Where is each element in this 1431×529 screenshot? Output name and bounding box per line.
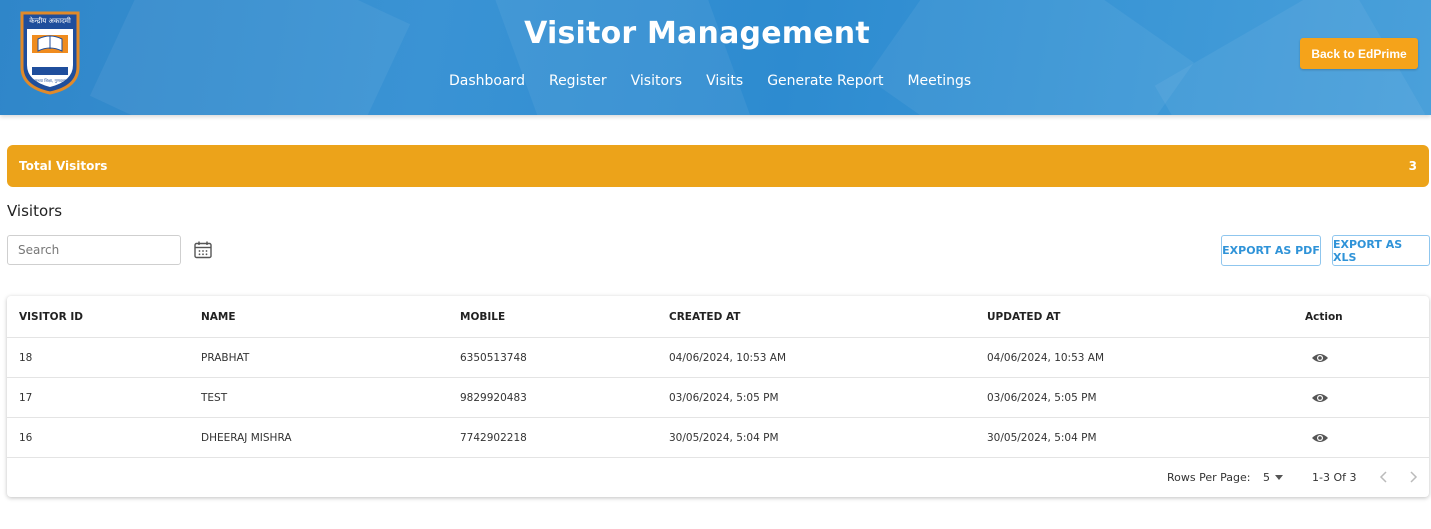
table-row: 17 TEST 9829920483 03/06/2024, 5:05 PM 0… — [7, 378, 1429, 418]
name-cell: PRABHAT — [201, 352, 250, 364]
column-header-action: Action — [1305, 311, 1343, 323]
name-cell: TEST — [201, 392, 228, 404]
column-header-visitor-id[interactable]: VISITOR ID — [19, 296, 83, 338]
visitor-id-cell: 16 — [19, 432, 33, 444]
updated-at-cell: 04/06/2024, 10:53 AM — [987, 352, 1105, 364]
back-to-edprime-button[interactable]: Back to EdPrime — [1300, 38, 1418, 69]
table-row: 18 PRABHAT 6350513748 04/06/2024, 10:53 … — [7, 338, 1429, 378]
updated-at-cell: 03/06/2024, 5:05 PM — [987, 392, 1097, 404]
nav-register[interactable]: Register — [549, 73, 607, 89]
created-at-cell: 03/06/2024, 5:05 PM — [669, 392, 779, 404]
nav-meetings[interactable]: Meetings — [907, 73, 971, 89]
mobile-cell: 6350513748 — [460, 352, 527, 364]
created-at-cell: 04/06/2024, 10:53 AM — [669, 352, 787, 364]
column-header-created-at[interactable]: CREATED AT — [669, 296, 740, 338]
export-xls-button[interactable]: EXPORT AS XLS — [1332, 235, 1430, 266]
eye-icon[interactable] — [1311, 391, 1329, 405]
rows-per-page-label: Rows Per Page: — [1167, 471, 1251, 484]
chevron-right-icon[interactable] — [1408, 470, 1418, 484]
created-at-cell: 30/05/2024, 5:04 PM — [669, 432, 779, 444]
eye-icon[interactable] — [1311, 431, 1329, 445]
pagination-range: 1-3 Of 3 — [1312, 471, 1357, 484]
export-pdf-button[interactable]: EXPORT AS PDF — [1221, 235, 1321, 266]
calendar-icon[interactable] — [193, 240, 213, 260]
total-visitors-count: 3 — [1408, 159, 1417, 173]
total-visitors-label: Total Visitors — [19, 159, 108, 173]
visitor-id-cell: 17 — [19, 392, 33, 404]
main-nav: Dashboard Register Visitors Visits Gener… — [449, 73, 995, 89]
column-header-updated-at[interactable]: UPDATED AT — [987, 296, 1060, 338]
column-header-name[interactable]: NAME — [201, 296, 236, 338]
name-cell: DHEERAJ MISHRA — [201, 432, 292, 444]
table-header: VISITOR ID NAME MOBILE CREATED AT UPDATE… — [7, 296, 1429, 338]
table-pagination: Rows Per Page: 5 1-3 Of 3 — [7, 458, 1429, 497]
table-row: 16 DHEERAJ MISHRA 7742902218 30/05/2024,… — [7, 418, 1429, 458]
total-visitors-bar: Total Visitors 3 — [7, 145, 1429, 187]
updated-at-cell: 30/05/2024, 5:04 PM — [987, 432, 1097, 444]
nav-visitors[interactable]: Visitors — [631, 73, 682, 89]
nav-visits[interactable]: Visits — [706, 73, 743, 89]
nav-generate-report[interactable]: Generate Report — [767, 73, 883, 89]
search-input[interactable] — [7, 235, 181, 265]
mobile-cell: 9829920483 — [460, 392, 527, 404]
eye-icon[interactable] — [1311, 351, 1329, 365]
nav-dashboard[interactable]: Dashboard — [449, 73, 525, 89]
page-title: Visitor Management — [524, 16, 870, 51]
visitor-id-cell: 18 — [19, 352, 33, 364]
section-title: Visitors — [7, 202, 63, 220]
rows-per-page-select[interactable]: 5 — [1263, 471, 1270, 484]
app-header: केन्द्रीय अकादमी सन्ध्या शिक्षा, गुणवत्त… — [0, 0, 1431, 115]
chevron-down-icon[interactable] — [1275, 475, 1283, 480]
mobile-cell: 7742902218 — [460, 432, 527, 444]
visitors-table: VISITOR ID NAME MOBILE CREATED AT UPDATE… — [7, 296, 1429, 497]
chevron-left-icon[interactable] — [1379, 470, 1389, 484]
column-header-mobile[interactable]: MOBILE — [460, 296, 505, 338]
